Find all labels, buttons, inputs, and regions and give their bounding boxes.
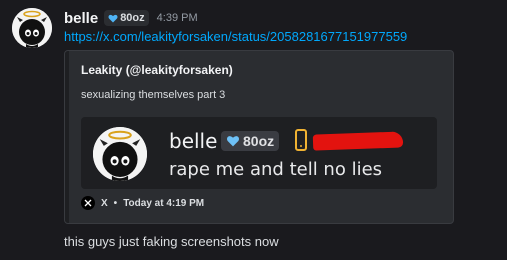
- message-body: this guys just faking screenshots now: [64, 234, 279, 249]
- guild-tag-label: 80oz: [120, 12, 145, 24]
- heart-badge-icon: [227, 136, 239, 147]
- avatar-character: [93, 127, 147, 181]
- heart-badge-icon: [108, 14, 118, 22]
- embed-footer-source: X: [101, 197, 108, 209]
- chat-message: belle 80oz 4:39 PM https://x.com/leakity…: [0, 0, 507, 260]
- embed-description: sexualizing themselves part 3: [81, 89, 226, 101]
- embed-image-avatar: [93, 127, 147, 181]
- embed-footer-time: Today at 4:19 PM: [123, 197, 205, 209]
- embed-accent-bar: [65, 51, 69, 223]
- embed-footer-separator: •: [113, 197, 118, 209]
- embed-author[interactable]: Leakity (@leakityforsaken): [81, 63, 233, 77]
- embed-image-tag: 80oz: [221, 131, 280, 151]
- message-header: belle 80oz 4:39 PM: [64, 8, 198, 28]
- avatar[interactable]: [12, 8, 52, 48]
- message-link[interactable]: https://x.com/leakityforsaken/status/205…: [64, 29, 407, 44]
- phone-icon: [295, 129, 307, 151]
- x-logo-icon: [81, 196, 95, 210]
- embed-footer: X • Today at 4:19 PM: [81, 195, 204, 211]
- embed-image[interactable]: belle 80oz rape me and tell no lies: [81, 117, 437, 189]
- embed-image-tag-label: 80oz: [243, 133, 275, 149]
- link-embed: Leakity (@leakityforsaken) sexualizing t…: [64, 50, 454, 224]
- message-timestamp[interactable]: 4:39 PM: [157, 12, 198, 24]
- redaction-mark: [312, 131, 404, 151]
- guild-tag[interactable]: 80oz: [104, 10, 149, 26]
- author-name[interactable]: belle: [64, 10, 98, 27]
- embed-image-name: belle: [169, 129, 218, 153]
- avatar-character: [12, 8, 52, 48]
- embed-image-text: rape me and tell no lies: [169, 159, 383, 180]
